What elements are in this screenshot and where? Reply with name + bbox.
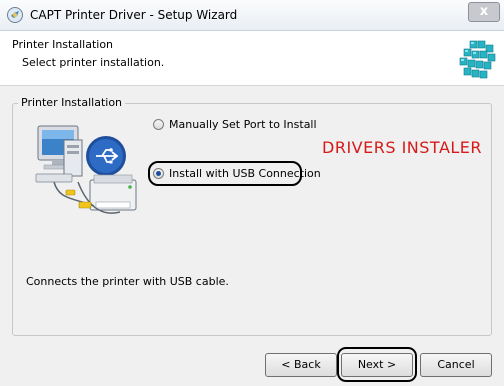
cancel-button[interactable]: Cancel (420, 353, 492, 377)
back-button[interactable]: < Back (265, 353, 337, 377)
manual-port-radio[interactable] (153, 118, 164, 130)
option-description: Connects the printer with USB cable. (26, 275, 229, 288)
close-button[interactable]: x (468, 2, 500, 22)
usb-connection-radio[interactable] (153, 167, 164, 179)
header-title: Printer Installation (12, 38, 114, 51)
close-icon: x (479, 4, 489, 19)
usb-connection-label[interactable]: Install with USB Connection (169, 167, 321, 180)
watermark-text: DRIVERS INSTALER (322, 138, 483, 157)
manual-port-label[interactable]: Manually Set Port to Install (169, 118, 317, 131)
next-button[interactable]: Next > (341, 353, 413, 377)
title-bar[interactable]: CAPT Printer Driver - Setup Wizard x (0, 0, 504, 31)
group-label: Printer Installation (18, 96, 126, 109)
header-subtitle: Select printer installation. (22, 56, 165, 69)
wizard-header: Printer Installation Select printer inst… (0, 31, 504, 86)
window-title: CAPT Printer Driver - Setup Wizard (30, 8, 238, 22)
option-usb-connection[interactable]: Install with USB Connection (153, 165, 321, 181)
setup-wizard-window: CAPT Printer Driver - Setup Wizard x Pri… (0, 0, 504, 386)
computer-usb-printer-icon (35, 125, 137, 214)
install-cubes-icon (459, 40, 496, 79)
setup-wizard-icon (7, 7, 23, 23)
option-manual-port[interactable]: Manually Set Port to Install (153, 116, 317, 132)
